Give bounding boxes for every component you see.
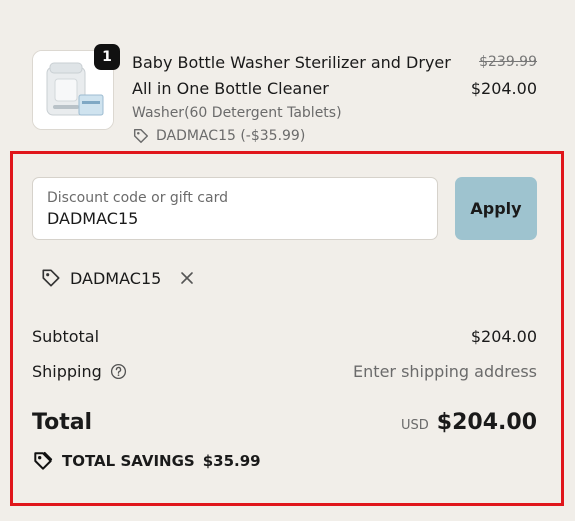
savings-label: TOTAL SAVINGS — [62, 452, 195, 470]
savings-value: $35.99 — [202, 452, 261, 470]
subtotal-label: Subtotal — [32, 327, 100, 346]
product-title: Baby Bottle Washer Sterilizer and Dryer … — [132, 53, 451, 98]
subtotal-value: $204.00 — [470, 327, 537, 346]
total-amount: $204.00 — [436, 410, 537, 435]
shipping-value: Enter shipping address — [353, 362, 537, 381]
currency-code: USD — [401, 418, 429, 433]
original-price: $239.99 — [479, 54, 537, 70]
discount-field-label: Discount code or gift card — [47, 190, 228, 206]
shipping-label: Shipping — [32, 362, 102, 381]
quantity-badge: 1 — [94, 44, 120, 70]
line-discount: DADMAC15 (-$35.99) — [132, 127, 305, 145]
total-amount-group: USD $204.00 — [401, 410, 537, 435]
help-icon[interactable] — [110, 363, 127, 380]
remove-discount-button[interactable] — [179, 270, 195, 286]
apply-button[interactable]: Apply — [455, 177, 537, 240]
savings-tag-icon — [34, 451, 53, 470]
applied-code-label: DADMAC15 — [70, 268, 162, 288]
product-price: $204.00 — [470, 79, 537, 98]
discount-code-field[interactable]: Discount code or gift card DADMAC15 — [32, 177, 438, 240]
close-icon — [181, 272, 194, 284]
line-discount-text: DADMAC15 (-$35.99) — [156, 128, 306, 144]
product-variant: Washer(60 Detergent Tablets) — [132, 105, 342, 121]
applied-discount-chip: DADMAC15 — [40, 264, 195, 292]
tag-icon — [42, 269, 60, 287]
total-label: Total — [32, 410, 93, 435]
order-line-item: 1 Baby Bottle Washer Sterilizer and Drye… — [32, 44, 537, 149]
discount-input[interactable]: DADMAC15 — [47, 209, 138, 228]
tag-icon — [133, 128, 149, 144]
total-savings: TOTAL SAVINGS $35.99 — [32, 450, 261, 472]
